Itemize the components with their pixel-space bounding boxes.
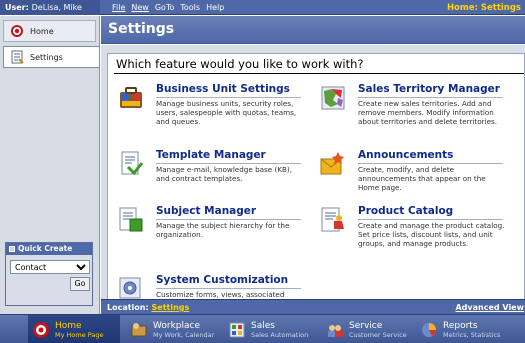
sales-icon (229, 322, 245, 337)
menu-tools[interactable]: Tools (180, 3, 200, 12)
menu-goto[interactable]: GoTo (155, 3, 175, 12)
feature-title[interactable]: Product Catalog (358, 205, 453, 217)
home-icon (33, 321, 49, 338)
customization-icon (119, 277, 141, 299)
content-area: Which feature would you like to work wit… (101, 45, 525, 299)
feature-title[interactable]: Sales Territory Manager (358, 83, 500, 95)
bottom-nav-title: Workplace (153, 320, 201, 331)
divider (358, 97, 503, 98)
feature-title[interactable]: Business Unit Settings (156, 83, 290, 95)
bottom-nav-workplace[interactable]: Workplace My Work, Calendar (130, 315, 220, 343)
menu-new[interactable]: New (131, 3, 148, 12)
bottom-nav-title: Service (349, 320, 383, 331)
quick-create-select[interactable]: Contact (10, 260, 90, 274)
feature-description: Create, modify, and delete announcements… (358, 165, 486, 192)
feature-title[interactable]: Announcements (358, 149, 453, 161)
bottom-nav-subtitle: My Work, Calendar (153, 330, 215, 339)
feature-description: Manage business units, security roles, u… (156, 99, 297, 126)
quick-create-title: Quick Create (6, 243, 92, 255)
user-name: DeLisa, Mike (31, 3, 82, 12)
announcement-icon (320, 152, 344, 175)
divider (114, 73, 524, 74)
bottom-nav-title: Home (55, 320, 82, 331)
bottom-nav-subtitle: Metrics, Statistics (443, 330, 501, 339)
feature-description: Manage e-mail, knowledge base (KB), and … (156, 165, 293, 183)
page-title: Settings (101, 16, 525, 44)
feature-description: Manage the subject hierarchy for the org… (156, 221, 290, 239)
bottom-nav-home[interactable]: Home My Home Page (28, 315, 120, 343)
feature-description: Customize forms, views, associated (156, 290, 285, 299)
feature-description: Create and manage the product catalog. S… (358, 221, 505, 248)
bottom-nav: Home My Home Page Workplace My Work, Cal… (0, 314, 525, 343)
workplace-icon (131, 322, 147, 336)
bottom-nav-title: Sales (251, 320, 275, 331)
bottom-nav-title: Reports (443, 320, 478, 331)
breadcrumb: Home: Settings (446, 3, 521, 13)
divider (156, 97, 301, 98)
feature-title[interactable]: Subject Manager (156, 205, 256, 217)
advanced-view-link[interactable]: Advanced View (455, 303, 524, 312)
bottom-nav-sales[interactable]: Sales Sales Automation (228, 315, 318, 343)
feature-title[interactable]: System Customization (156, 274, 288, 286)
left-nav: Home Settings Quick Create Contact Go (0, 16, 100, 314)
nav-item-label: Settings (30, 52, 63, 62)
business-unit-icon (120, 87, 142, 108)
menu-help[interactable]: Help (206, 3, 224, 12)
features-panel: Which feature would you like to work wit… (107, 53, 525, 299)
divider (156, 219, 301, 220)
feature-title[interactable]: Template Manager (156, 149, 266, 161)
top-bar: User: DeLisa, Mike File New GoTo Tools H… (0, 0, 525, 15)
user-info: User: DeLisa, Mike (0, 0, 100, 15)
product-catalog-icon (321, 207, 344, 232)
divider (156, 288, 301, 289)
bottom-nav-reports[interactable]: Reports Metrics, Statistics (420, 315, 525, 343)
nav-item-home[interactable]: Home (3, 20, 96, 42)
reports-icon (422, 322, 436, 337)
quick-create-panel: Quick Create Contact Go (5, 242, 93, 306)
user-label: User: (5, 3, 29, 12)
bottom-nav-subtitle: Customer Service (349, 330, 407, 339)
divider (156, 163, 301, 164)
template-icon (121, 151, 144, 176)
settings-icon (11, 50, 24, 64)
divider (358, 219, 503, 220)
menu-file[interactable]: File (112, 3, 125, 12)
service-icon (328, 324, 343, 337)
bottom-nav-subtitle: Sales Automation (251, 330, 309, 339)
subject-icon (119, 207, 143, 232)
nav-item-label: Home (30, 26, 54, 36)
home-target-icon (11, 25, 23, 37)
territory-icon (321, 86, 345, 110)
menu-bar: File New GoTo Tools Help (112, 3, 224, 12)
divider (358, 163, 503, 164)
bottom-nav-service[interactable]: Service Customer Service (326, 315, 416, 343)
location-link[interactable]: Settings (152, 303, 190, 312)
feature-prompt: Which feature would you like to work wit… (116, 57, 364, 71)
bottom-nav-subtitle: My Home Page (55, 330, 104, 339)
location-bar: Location: Settings Advanced View (101, 299, 525, 314)
nav-item-settings[interactable]: Settings (3, 46, 100, 68)
quick-create-icon (9, 246, 15, 252)
go-button[interactable]: Go (70, 277, 90, 291)
location-label: Location: Settings (107, 303, 190, 312)
feature-description: Create new sales territories. Add and re… (358, 99, 498, 126)
